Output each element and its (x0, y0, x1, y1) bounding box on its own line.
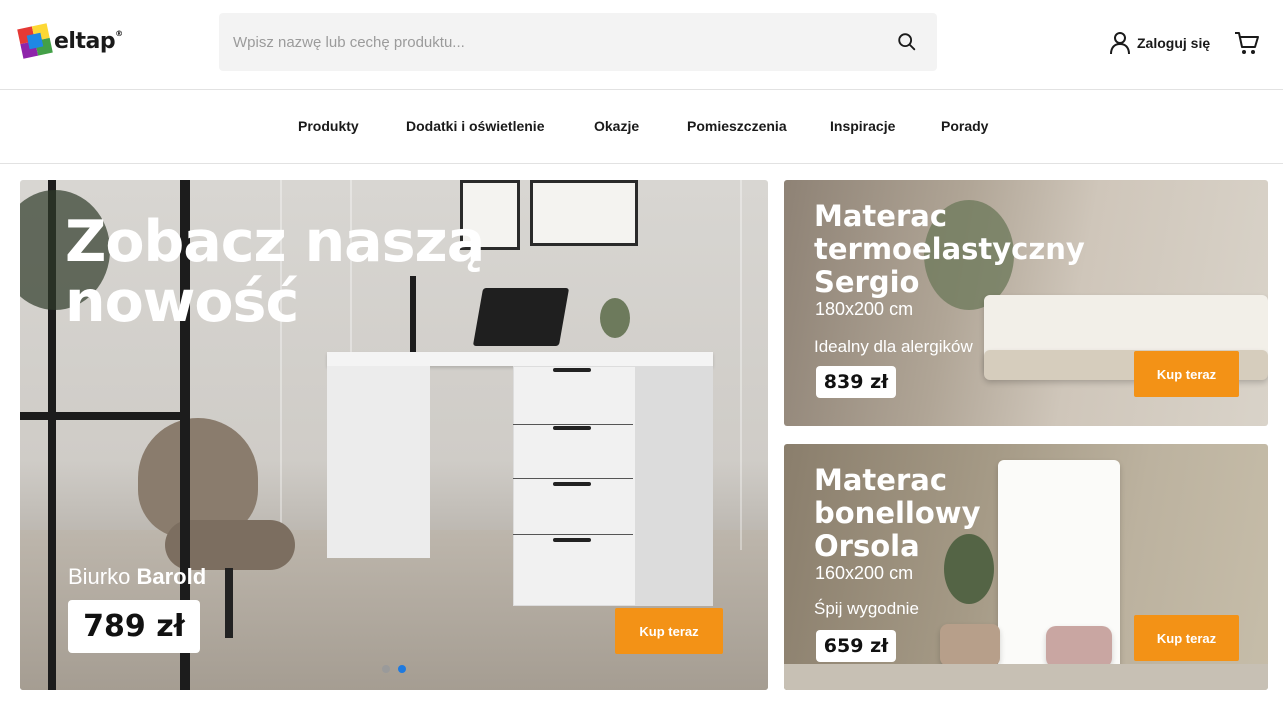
promo-buy-button[interactable]: Kup teraz (1134, 615, 1239, 661)
carousel-dot-1[interactable] (382, 665, 390, 673)
nav-item-okazje[interactable]: Okazje (594, 118, 639, 134)
hero-product-name: Biurko Barold (68, 564, 206, 590)
promo-subtitle: Śpij wygodnie (814, 599, 919, 618)
login-label: Zaloguj się (1137, 35, 1211, 51)
search-icon[interactable] (896, 31, 918, 53)
hero-price: 789 zł (68, 600, 200, 653)
login-button[interactable]: Zaloguj się (1109, 31, 1210, 55)
promo-banner-sergio[interactable]: Materac termoelastyczny Sergio 180x200 c… (784, 180, 1268, 426)
hero-product-title: Barold (136, 564, 207, 589)
promo-price: 839 zł (816, 366, 896, 398)
cart-icon[interactable] (1234, 30, 1260, 56)
promo-subtitle: Idealny dla alergików (814, 337, 973, 356)
promo-size: 160x200 cm (815, 563, 914, 583)
hero-title: Zobacz naszą nowość (65, 209, 485, 335)
plant-image (600, 298, 630, 338)
nav-item-dodatki[interactable]: Dodatki i oświetlenie (406, 118, 544, 134)
brand-logo[interactable]: eltap® (17, 23, 123, 59)
promo-title: Materac bonellowy Orsola (814, 463, 981, 563)
carousel-dots (382, 665, 406, 673)
main-nav: Produkty Dodatki i oświetlenie Okazje Po… (0, 91, 1283, 164)
wall-panel (740, 180, 742, 550)
hero-buy-button[interactable]: Kup teraz (615, 608, 723, 654)
search-input[interactable] (233, 27, 873, 57)
nav-item-porady[interactable]: Porady (941, 118, 988, 134)
logo-mark (17, 23, 53, 59)
hero-product-prefix: Biurko (68, 564, 131, 589)
desk-leg (327, 366, 430, 558)
desk-side (635, 366, 713, 606)
promo-size: 180x200 cm (815, 299, 914, 319)
nav-item-produkty[interactable]: Produkty (298, 118, 359, 134)
logo-text: eltap® (54, 28, 123, 54)
promo-banner-orsola[interactable]: Materac bonellowy Orsola 160x200 cm Śpij… (784, 444, 1268, 690)
desk-top (327, 352, 713, 366)
carousel-dot-2[interactable] (398, 665, 406, 673)
site-header: eltap® Zaloguj się (0, 0, 1283, 90)
chair-base (225, 568, 233, 638)
promo-title: Materac termoelastyczny Sergio (814, 199, 1085, 299)
search-bar (219, 13, 937, 71)
nav-item-pomieszczenia[interactable]: Pomieszczenia (687, 118, 787, 134)
promo-buy-button[interactable]: Kup teraz (1134, 351, 1239, 397)
pouf-image (940, 624, 1000, 666)
pillow-image (1046, 626, 1112, 668)
floor-image (784, 664, 1268, 690)
hero-banner[interactable]: Zobacz naszą nowość Biurko Barold 789 zł… (20, 180, 768, 690)
promo-price: 659 zł (816, 630, 896, 662)
user-icon (1110, 32, 1130, 55)
nav-item-inspiracje[interactable]: Inspiracje (830, 118, 895, 134)
